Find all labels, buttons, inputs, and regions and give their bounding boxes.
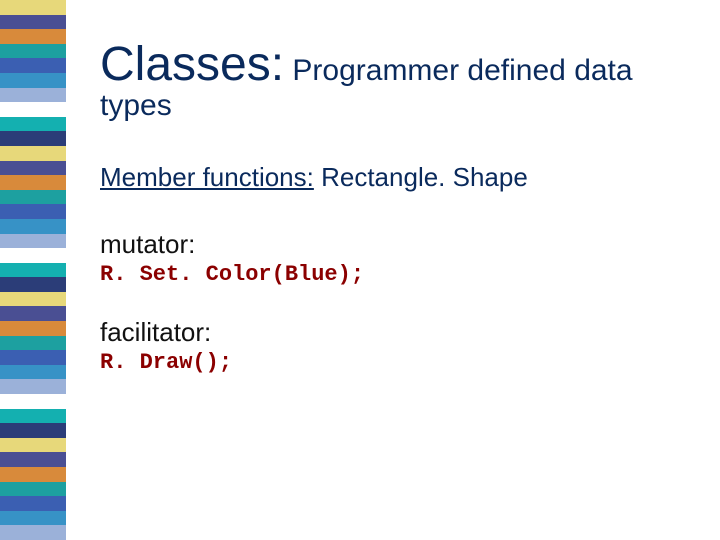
stripe [0, 452, 66, 467]
mutator-label: mutator: [100, 229, 690, 260]
stripe [0, 117, 66, 132]
stripe [0, 190, 66, 205]
stripe [0, 379, 66, 394]
stripe [0, 248, 66, 263]
stripe [0, 161, 66, 176]
stripe [0, 131, 66, 146]
stripe [0, 263, 66, 278]
stripe [0, 88, 66, 103]
stripe [0, 146, 66, 161]
member-functions-line: Member functions: Rectangle. Shape [100, 162, 690, 193]
stripe [0, 15, 66, 30]
slide-title: Classes: Programmer defined data types [100, 40, 690, 122]
stripe [0, 438, 66, 453]
stripe [0, 525, 66, 540]
stripe [0, 73, 66, 88]
stripe [0, 321, 66, 336]
title-main: Classes: [100, 38, 284, 91]
stripe [0, 58, 66, 73]
slide-content: Classes: Programmer defined data types M… [100, 40, 690, 405]
stripe [0, 102, 66, 117]
stripe [0, 496, 66, 511]
stripe [0, 234, 66, 249]
facilitator-code: R. Draw(); [100, 350, 690, 375]
slide: Classes: Programmer defined data types M… [0, 0, 720, 540]
stripe [0, 482, 66, 497]
stripe [0, 0, 66, 15]
stripe [0, 409, 66, 424]
stripe [0, 365, 66, 380]
stripe [0, 44, 66, 59]
stripe [0, 175, 66, 190]
stripe [0, 350, 66, 365]
member-functions-label: Member functions: [100, 162, 314, 192]
stripe [0, 292, 66, 307]
stripe [0, 204, 66, 219]
stripe [0, 467, 66, 482]
stripe [0, 277, 66, 292]
mutator-code: R. Set. Color(Blue); [100, 262, 690, 287]
stripe [0, 423, 66, 438]
stripe [0, 336, 66, 351]
stripe [0, 306, 66, 321]
member-functions-value: Rectangle. Shape [314, 162, 528, 192]
stripe [0, 394, 66, 409]
stripe [0, 511, 66, 526]
decorative-stripes [0, 0, 66, 540]
stripe [0, 29, 66, 44]
stripe [0, 219, 66, 234]
facilitator-label: facilitator: [100, 317, 690, 348]
